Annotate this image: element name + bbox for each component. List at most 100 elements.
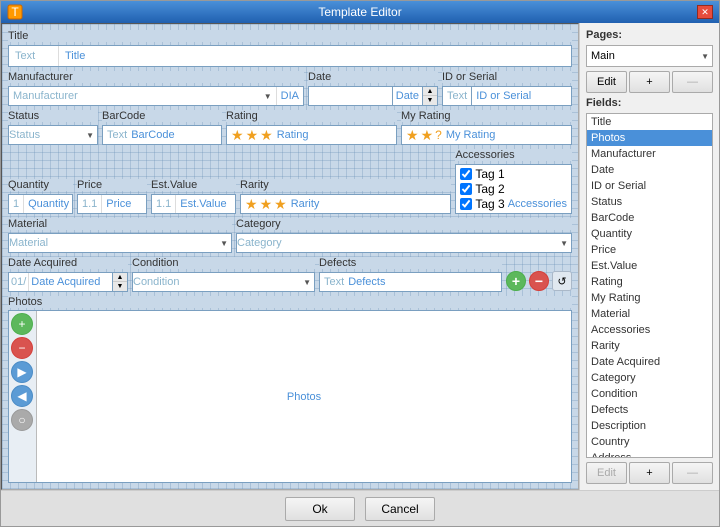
close-button[interactable]: ✕ [697,5,713,19]
myrating-stars: ★ ★ ? My Rating [401,125,572,145]
status-row: Status Status BarCode Text BarCode [8,110,572,145]
date-input[interactable] [308,86,393,106]
photo-move-btn2[interactable]: ◀ [11,385,33,407]
field-item-condition[interactable]: Condition [587,386,712,402]
rarity-field: Rarity ★ ★ ★ Rarity [240,179,451,214]
edit-page-btn[interactable]: Edit [586,71,627,93]
date-down-btn[interactable]: ▼ [423,96,437,105]
tag1-checkbox[interactable] [460,168,472,180]
fields-label: Fields: [586,97,713,109]
dateacq-blue: Date Acquired [28,273,112,291]
field-item-country[interactable]: Country [587,434,712,450]
field-item-description[interactable]: Description [587,418,712,434]
star-3[interactable]: ★ [260,127,273,144]
rarity-star-1[interactable]: ★ [245,196,258,213]
field-item-address[interactable]: Address [587,450,712,458]
myrating-field: My Rating ★ ★ ? My Rating [401,110,572,145]
field-item-price[interactable]: Price [587,242,712,258]
tag2-label: Tag 2 [475,182,504,196]
pages-label: Pages: [586,29,713,41]
window-controls: ✕ [697,5,713,19]
category-select[interactable]: Category [236,233,572,253]
pages-select[interactable]: Main [586,45,713,67]
dateacq-down-btn[interactable]: ▼ [113,282,127,291]
dateacq-up-btn[interactable]: ▲ [113,273,127,282]
field-item-est.value[interactable]: Est.Value [587,258,712,274]
photos-label: Photos [287,391,321,403]
refresh-btn[interactable]: ↺ [552,271,572,291]
photo-add-btn[interactable]: + [11,313,33,335]
main-window: T Template Editor ✕ Title Text Title [0,0,720,527]
field-item-date[interactable]: Date [587,162,712,178]
field-item-rating[interactable]: Rating [587,274,712,290]
field-item-manufacturer[interactable]: Manufacturer [587,146,712,162]
qty-value: 1 [9,198,23,210]
manufacturer-select[interactable]: Manufacturer [9,87,276,105]
ok-button[interactable]: Ok [285,497,355,521]
edit-field-btn[interactable]: Edit [586,462,627,484]
photo-action-btn[interactable]: ○ [11,409,33,431]
accessories-box: Tag 1 Tag 2 Tag 3 Accessories [455,164,572,214]
qty-label: Quantity [8,179,73,191]
rarity-star-2[interactable]: ★ [260,196,273,213]
remove-row-btn[interactable]: − [529,271,549,291]
date-up-btn[interactable]: ▲ [423,87,437,96]
price-value: 1.1 [78,198,101,210]
app-icon: T [7,4,23,20]
rating-blue: Rating [277,129,309,141]
photo-remove-btn[interactable]: − [11,337,33,359]
field-item-barcode[interactable]: BarCode [587,210,712,226]
svg-text:T: T [11,5,19,19]
field-item-category[interactable]: Category [587,370,712,386]
star-2[interactable]: ★ [246,127,259,144]
field-item-my-rating[interactable]: My Rating [587,290,712,306]
tag2-checkbox[interactable] [460,183,472,195]
barcode-blue: BarCode [131,129,174,141]
rating-stars: ★ ★ ★ Rating [226,125,397,145]
date-label: Date [308,71,438,83]
field-item-accessories[interactable]: Accessories [587,322,712,338]
add-page-btn[interactable]: + [629,71,670,93]
field-item-material[interactable]: Material [587,306,712,322]
tag3-label: Tag 3 [475,197,504,211]
photo-move-up-btn[interactable]: ▶ [11,361,33,383]
pages-select-wrapper: Main [586,45,713,67]
photos-section: Photos + − ▶ ◀ ○ Photos [8,296,572,483]
title-field-group: Title Text Title [8,30,572,67]
serial-blue: ID or Serial [472,86,572,106]
title-text-placeholder: Text [9,46,59,66]
cancel-button[interactable]: Cancel [365,497,435,521]
condition-select[interactable]: Condition [132,272,315,292]
field-item-defects[interactable]: Defects [587,402,712,418]
delete-field-btn[interactable]: — [672,462,713,484]
date-spin: ▲ ▼ [423,86,438,106]
field-item-id-or-serial[interactable]: ID or Serial [587,178,712,194]
add-field-btn[interactable]: + [629,462,670,484]
serial-label: ID or Serial [442,71,572,83]
accessories-header: Accessories [455,149,572,161]
material-select[interactable]: Material [8,233,232,253]
tag3-checkbox[interactable] [460,198,472,210]
myrating-label: My Rating [401,110,572,122]
tag3-row: Tag 3 Accessories [460,197,567,211]
rarity-stars: ★ ★ ★ Rarity [240,194,451,214]
window-title: Template Editor [23,5,697,19]
photos-main: Photos [37,311,571,482]
field-item-photos[interactable]: Photos [587,130,712,146]
status-select[interactable]: Status [8,125,98,145]
tag2-row: Tag 2 [460,182,567,196]
field-item-title[interactable]: Title [587,114,712,130]
barcode-field: BarCode Text BarCode [102,110,222,145]
add-row-btn[interactable]: + [506,271,526,291]
field-item-status[interactable]: Status [587,194,712,210]
title-label: Title [8,30,572,42]
rarity-star-3[interactable]: ★ [274,196,287,213]
field-item-rarity[interactable]: Rarity [587,338,712,354]
my-star-2[interactable]: ★ [421,127,434,144]
field-item-quantity[interactable]: Quantity [587,226,712,242]
field-item-date-acquired[interactable]: Date Acquired [587,354,712,370]
my-star-1[interactable]: ★ [406,127,419,144]
delete-page-btn[interactable]: — [672,71,713,93]
star-1[interactable]: ★ [231,127,244,144]
dateacq-spin: ▲ ▼ [113,272,128,292]
